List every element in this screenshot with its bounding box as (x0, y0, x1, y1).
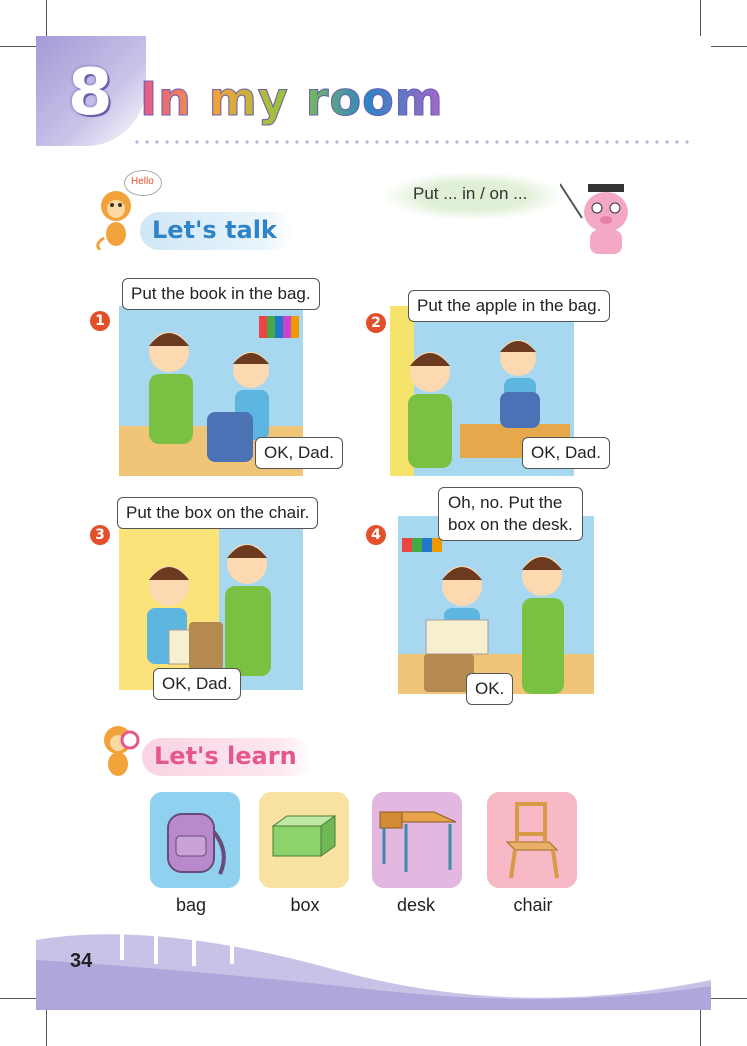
crop-mark (0, 46, 36, 47)
speech-bubble-dad-1: Put the book in the bag. (122, 278, 320, 310)
crop-mark (46, 0, 47, 36)
speech-bubble-dad-2: Put the apple in the bag. (408, 290, 611, 322)
speech-bubble-boy-2: OK, Dad. (522, 437, 610, 469)
pattern-tip-text: Put ... in / on ... (413, 184, 528, 203)
vocab-card-box (259, 792, 349, 888)
speech-bubble-dad-4: Oh, no. Put the box on the desk. (438, 487, 583, 541)
unit-number: 8 (68, 56, 113, 130)
vocab-card-desk (372, 792, 462, 888)
speech-bubble-boy-3: OK, Dad. (153, 668, 241, 700)
comic-panel-3 (119, 518, 303, 690)
vocab-card-bag (150, 792, 240, 888)
vocab-word-desk: desk (396, 895, 436, 915)
speech-bubble-dad-4-line2: box on the desk. (448, 515, 573, 534)
speech-bubble-dad-4-line1: Oh, no. Put the (448, 493, 563, 512)
vocab-card-chair (487, 792, 577, 888)
title-divider (132, 140, 692, 144)
speech-bubble-dad-3: Put the box on the chair. (117, 497, 319, 529)
vocab-word-box: box (290, 895, 320, 915)
crop-mark (700, 0, 701, 36)
vocab-word-chair: chair (513, 895, 553, 915)
box-icon (259, 792, 349, 888)
panel-number-4: 4 (366, 525, 386, 545)
comic-panel-4 (398, 516, 594, 694)
panel-number-1: 1 (90, 311, 110, 331)
speech-bubble-boy-1: OK, Dad. (255, 437, 343, 469)
pig-teacher-mascot (560, 183, 628, 254)
crop-mark (46, 1010, 47, 1046)
panel-number-3: 3 (90, 525, 110, 545)
page-number: 34 (70, 950, 93, 972)
crop-mark (711, 998, 747, 999)
vocab-word-bag: bag (175, 895, 207, 915)
hello-text: Hello (131, 176, 154, 187)
crop-mark (0, 998, 36, 999)
crop-mark (700, 1010, 701, 1046)
panel-number-2: 2 (366, 313, 386, 333)
chair-icon (487, 792, 577, 888)
monkey-mascot (96, 191, 131, 250)
footer-decoration (36, 924, 711, 1010)
section-heading-lets-learn: Let's learn (142, 738, 313, 776)
speech-bubble-boy-4: OK. (466, 673, 514, 705)
crop-mark (711, 46, 747, 47)
monkey-magnifier-mascot (104, 726, 140, 776)
unit-title: In my room (140, 72, 444, 127)
desk-icon (372, 792, 462, 888)
section-heading-lets-talk: Let's talk (140, 212, 293, 250)
bag-icon (150, 792, 240, 888)
